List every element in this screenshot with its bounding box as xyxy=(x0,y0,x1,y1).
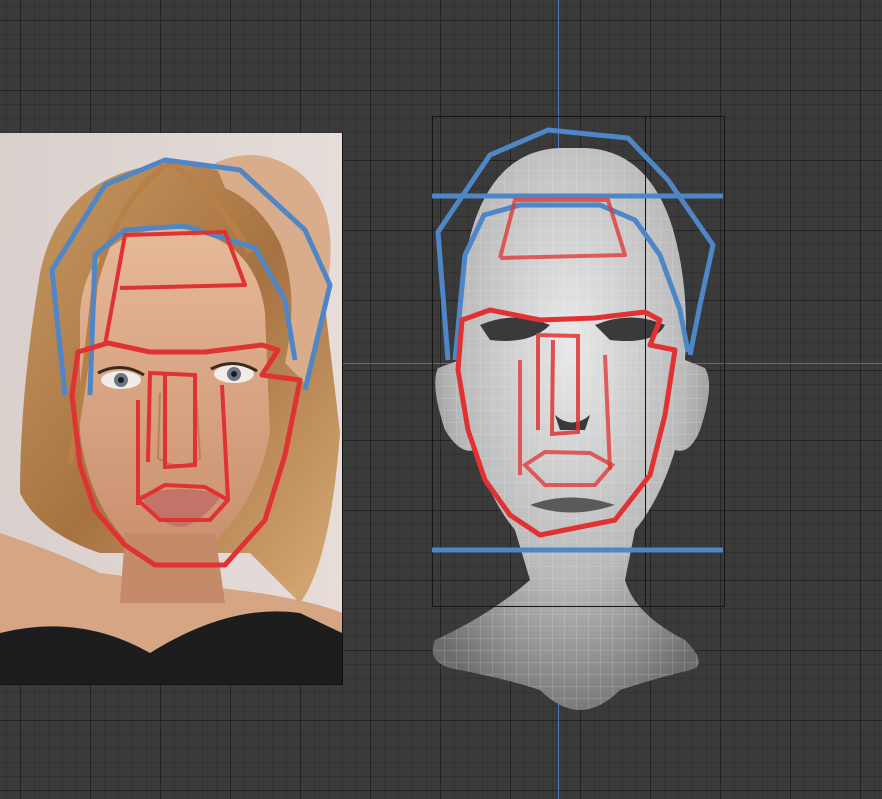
model-bounding-box-divider xyxy=(645,116,646,605)
model-bounding-box xyxy=(432,116,725,607)
reference-image[interactable] xyxy=(0,133,343,685)
reference-photo-drawing xyxy=(0,133,342,684)
3d-viewport[interactable] xyxy=(0,0,882,799)
